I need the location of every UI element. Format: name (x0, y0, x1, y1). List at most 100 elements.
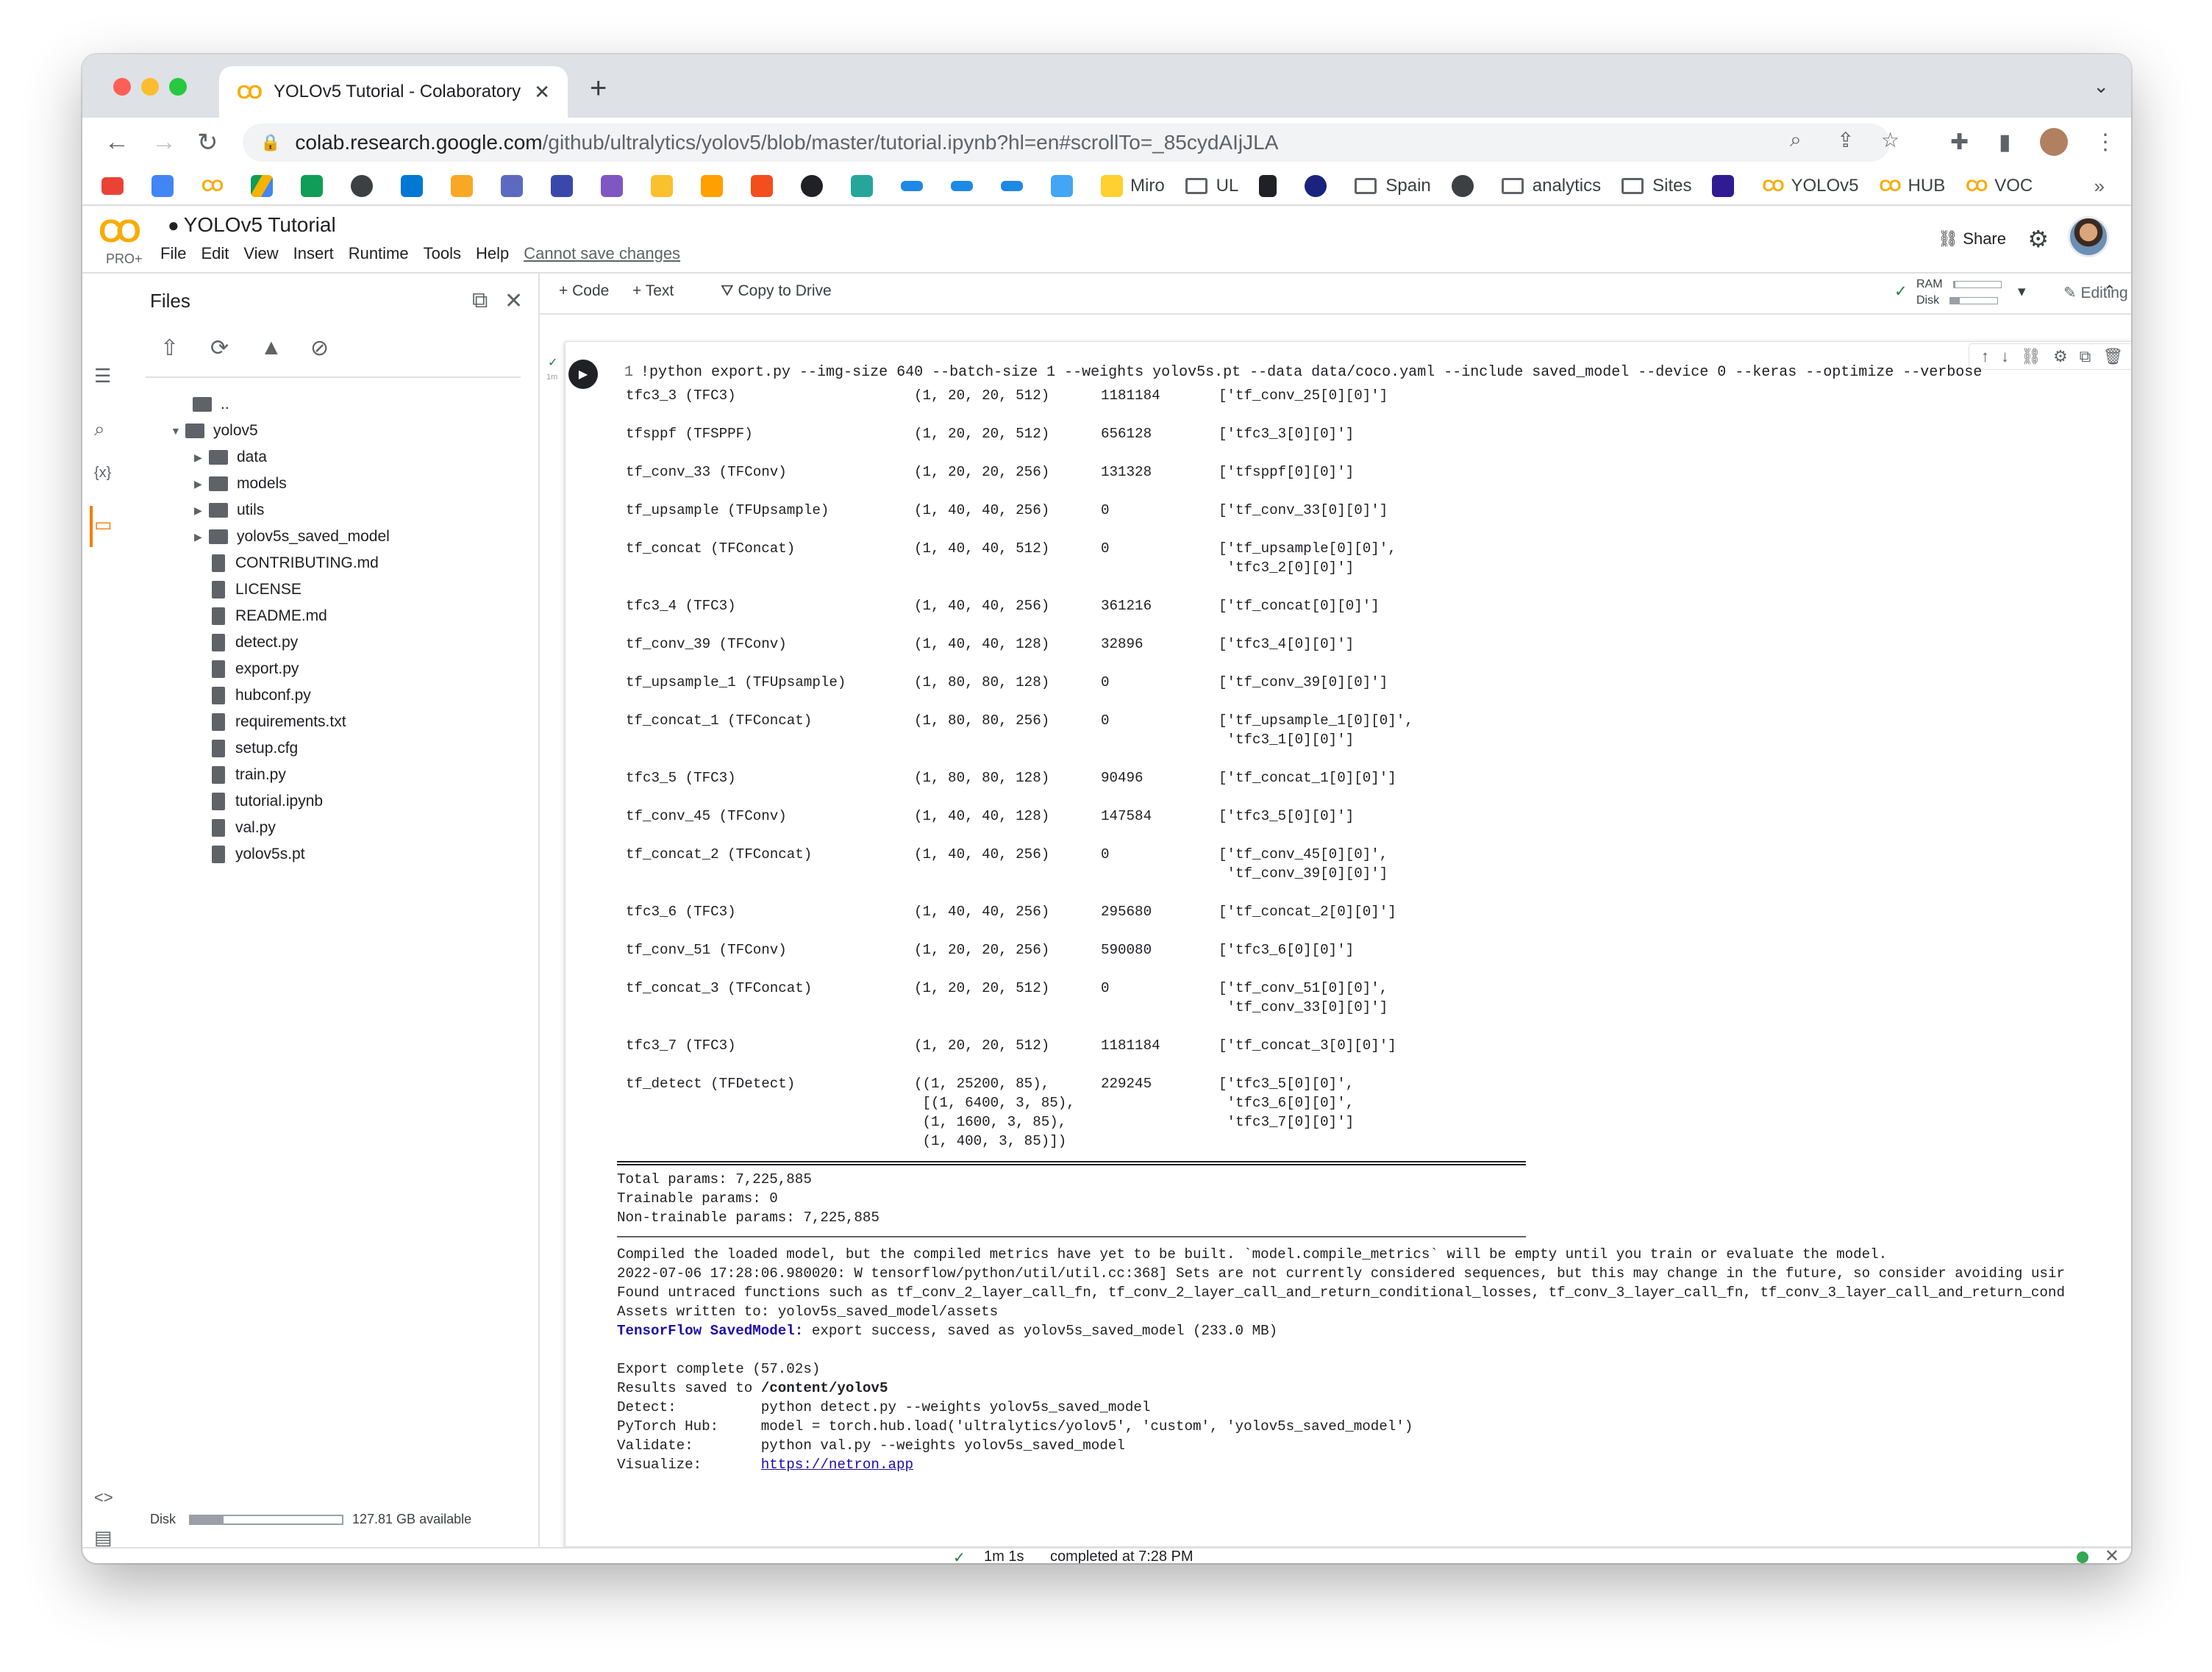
resource-monitor[interactable]: RAM Disk (1916, 276, 2002, 309)
cell-settings-icon[interactable]: ⚙ (2053, 347, 2068, 366)
settings-gear-icon[interactable]: ⚙ (2027, 225, 2049, 253)
hub-bookmark[interactable]: CO HUB (1880, 176, 1946, 196)
grid-bookmark[interactable] (551, 175, 580, 197)
close-status-icon[interactable]: ✕ (2105, 1546, 2119, 1563)
web-bookmark[interactable] (1305, 175, 1334, 197)
menu-edit[interactable]: Edit (201, 244, 229, 263)
bookmarks-overflow-icon[interactable]: » (2094, 175, 2105, 198)
code-line[interactable]: 1 !python export.py --img-size 640 --batc… (624, 364, 1982, 381)
azure-bookmark[interactable] (401, 175, 430, 197)
reload-icon[interactable]: ↻ (197, 128, 218, 157)
colab-logo[interactable]: CO (99, 213, 141, 250)
tree-file[interactable]: LICENSE (209, 576, 302, 603)
tree-folder[interactable]: ▶ models (194, 471, 287, 497)
hide-files-icon[interactable]: ⊘ (310, 335, 360, 361)
tree-file[interactable]: README.md (209, 603, 327, 629)
copy-to-drive-button[interactable]: ⛛ Copy to Drive (721, 282, 832, 300)
tree-file[interactable]: hubconf.py (209, 682, 311, 709)
menu-insert[interactable]: Insert (293, 244, 334, 263)
collapse-header-icon[interactable]: ⌃ (2103, 282, 2116, 301)
circle-bookmark[interactable] (1451, 175, 1481, 197)
close-panel-icon[interactable]: ✕ (504, 288, 523, 314)
menu-runtime[interactable]: Runtime (349, 244, 409, 263)
e-bookmark[interactable] (1259, 175, 1284, 197)
wave-bookmark-1[interactable] (901, 181, 930, 191)
sheets-bookmark[interactable] (301, 175, 330, 197)
command-palette-icon[interactable]: ▤ (94, 1526, 113, 1549)
wave-bookmark-2[interactable] (951, 181, 980, 191)
tree-file[interactable]: train.py (209, 762, 286, 788)
menu-help[interactable]: Help (476, 244, 509, 263)
run-cell-button[interactable]: ▶ (568, 360, 598, 389)
zoom-window-button[interactable] (169, 78, 187, 96)
files-folder-icon[interactable]: ▭ (94, 513, 113, 536)
dots-bookmark[interactable] (651, 175, 680, 197)
aws-bookmark[interactable] (451, 175, 480, 197)
save-warning-link[interactable]: Cannot save changes (524, 244, 680, 263)
github-bookmark[interactable] (801, 175, 830, 197)
tree-file[interactable]: export.py (209, 656, 299, 682)
analytics-bookmark[interactable]: analytics (1501, 176, 1601, 196)
zoom-icon[interactable]: ⌕ (1790, 128, 1802, 152)
variables-icon[interactable]: {x} (94, 465, 111, 482)
tree-file[interactable]: val.py (209, 815, 276, 841)
voc-bookmark[interactable]: CO VOC (1966, 176, 2033, 196)
drive-bookmark[interactable] (251, 175, 280, 197)
add-code-button[interactable]: + Code (559, 282, 609, 300)
profile-avatar[interactable] (2040, 128, 2068, 156)
sites-bookmark[interactable]: Sites (1621, 176, 1691, 196)
figma-bookmark[interactable] (751, 175, 780, 197)
editing-mode-button[interactable]: ✎ Editing (2063, 284, 2128, 302)
share-page-icon[interactable]: ⇪ (1837, 128, 1854, 152)
upload-file-icon[interactable]: ⇧ (160, 335, 210, 361)
table-of-contents-icon[interactable]: ☰ (94, 365, 111, 387)
code-snippets-icon[interactable]: <> (94, 1488, 113, 1507)
globe-bookmark[interactable] (351, 175, 380, 197)
extensions-icon[interactable]: ✚ (1950, 129, 1969, 155)
tree-folder[interactable]: ▶ data (194, 444, 267, 471)
calendar-bookmark[interactable] (151, 175, 181, 197)
resource-dropdown-icon[interactable]: ▾ (2018, 282, 2026, 301)
lines-bookmark[interactable] (851, 175, 880, 197)
wave-bookmark-3[interactable] (1001, 181, 1030, 191)
menu-file[interactable]: File (160, 244, 186, 263)
square-bookmark[interactable] (1712, 175, 1741, 197)
address-bar[interactable]: 🔒 colab.research.google.com/github/ultra… (243, 124, 1890, 162)
colab-bookmark[interactable]: CO (201, 176, 230, 196)
tree-file[interactable]: CONTRIBUTING.md (209, 550, 379, 576)
notebook-title[interactable]: ● YOLOv5 Tutorial (168, 213, 336, 237)
chart-bookmark[interactable] (1051, 175, 1080, 197)
share-button[interactable]: ⛓ Share (1938, 229, 2006, 249)
mount-drive-icon[interactable]: ▲ (260, 335, 310, 361)
search-icon[interactable]: ⌕ (94, 418, 105, 441)
browser-menu-icon[interactable]: ⋮ (2094, 129, 2116, 155)
firebase-bookmark[interactable] (701, 175, 730, 197)
close-window-button[interactable] (113, 78, 131, 96)
tree-file[interactable]: detect.py (209, 629, 298, 656)
minimize-window-button[interactable] (141, 78, 159, 96)
add-text-button[interactable]: + Text (632, 282, 674, 300)
tree-folder[interactable]: ▶ yolov5s_saved_model (194, 524, 390, 550)
spain-bookmark[interactable]: Spain (1355, 176, 1431, 196)
tree-folder[interactable]: ▶ utils (194, 497, 264, 524)
tab-search-icon[interactable]: ⌄ (2093, 75, 2109, 98)
link-icon[interactable]: ⛓ (2021, 347, 2041, 366)
tree-file[interactable]: tutorial.ipynb (209, 788, 323, 815)
move-up-icon[interactable]: ↑ (1981, 347, 1989, 366)
back-icon[interactable]: ← (104, 128, 129, 157)
ul-bookmark[interactable]: UL (1185, 176, 1238, 196)
menu-view[interactable]: View (243, 244, 278, 263)
bookmark-star-icon[interactable]: ☆ (1881, 128, 1899, 152)
gmail-bookmark[interactable] (101, 177, 131, 195)
refresh-folder-icon[interactable]: ⟳ (210, 335, 260, 361)
netron-link[interactable]: https://netron.app (761, 1457, 913, 1473)
braces-bookmark[interactable] (601, 175, 630, 197)
menu-tools[interactable]: Tools (424, 244, 461, 263)
open-in-tab-icon[interactable]: ⧉ (472, 288, 488, 313)
delete-cell-icon[interactable]: 🗑 (2102, 347, 2123, 366)
side-panel-icon[interactable]: ▮ (1999, 129, 2011, 155)
mirror-cell-icon[interactable]: ⧉ (2080, 347, 2091, 366)
tree-file[interactable]: requirements.txt (209, 709, 346, 735)
forward-icon[interactable]: → (151, 128, 176, 157)
tab-colab[interactable]: CO YOLOv5 Tutorial - Colaboratory ✕ (219, 66, 568, 118)
